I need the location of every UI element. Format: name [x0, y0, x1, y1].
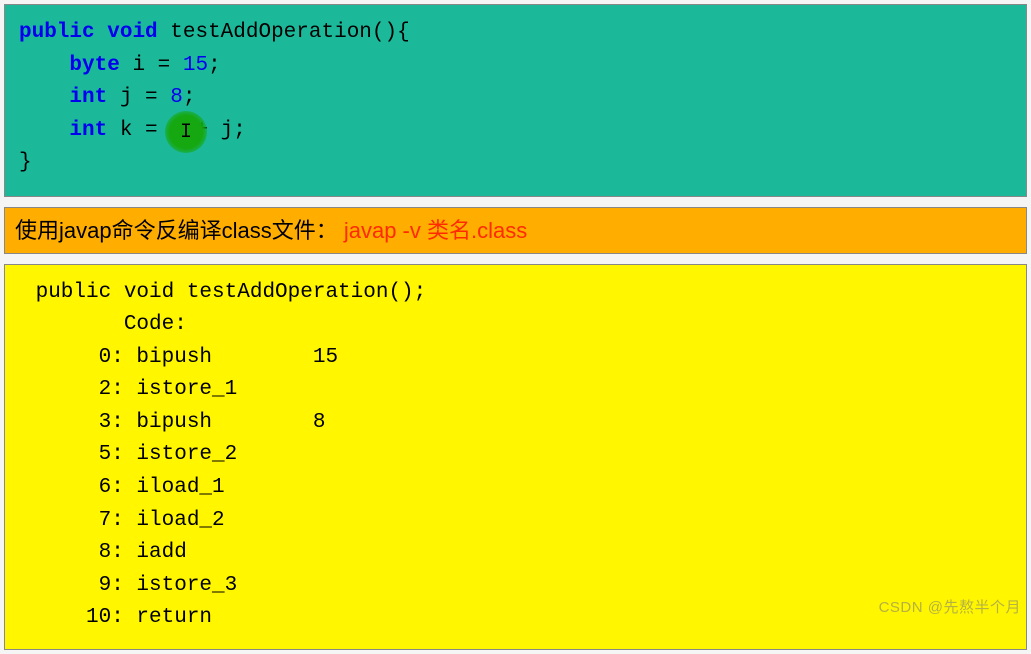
code-token: int	[69, 119, 107, 142]
code-token: i =	[132, 54, 182, 77]
code-token: testAddOperation(){	[170, 21, 409, 44]
code-token: k = i + j;	[120, 119, 246, 142]
code-token: ;	[183, 86, 196, 109]
java-source-code: public void testAddOperation(){ byte i =…	[19, 17, 1012, 180]
bytecode-listing: public void testAddOperation(); Code: 0:…	[23, 277, 1008, 635]
caption-bar: 使用javap命令反编译class文件： javap -v 类名.class	[4, 207, 1027, 254]
code-token: }	[19, 151, 32, 174]
code-token: 8	[170, 86, 183, 109]
caption-text: 使用javap命令反编译class文件：	[15, 218, 344, 243]
caption-command: javap -v 类名.class	[344, 218, 527, 243]
java-source-panel: public void testAddOperation(){ byte i =…	[4, 4, 1027, 197]
bytecode-panel: public void testAddOperation(); Code: 0:…	[4, 264, 1027, 650]
code-token: ;	[208, 54, 221, 77]
code-token: void	[107, 21, 157, 44]
code-token: int	[69, 86, 107, 109]
watermark: CSDN @先熬半个月	[879, 596, 1021, 617]
code-token: 15	[183, 54, 208, 77]
code-token: j =	[120, 86, 170, 109]
code-token: public	[19, 21, 95, 44]
code-token: byte	[69, 54, 119, 77]
